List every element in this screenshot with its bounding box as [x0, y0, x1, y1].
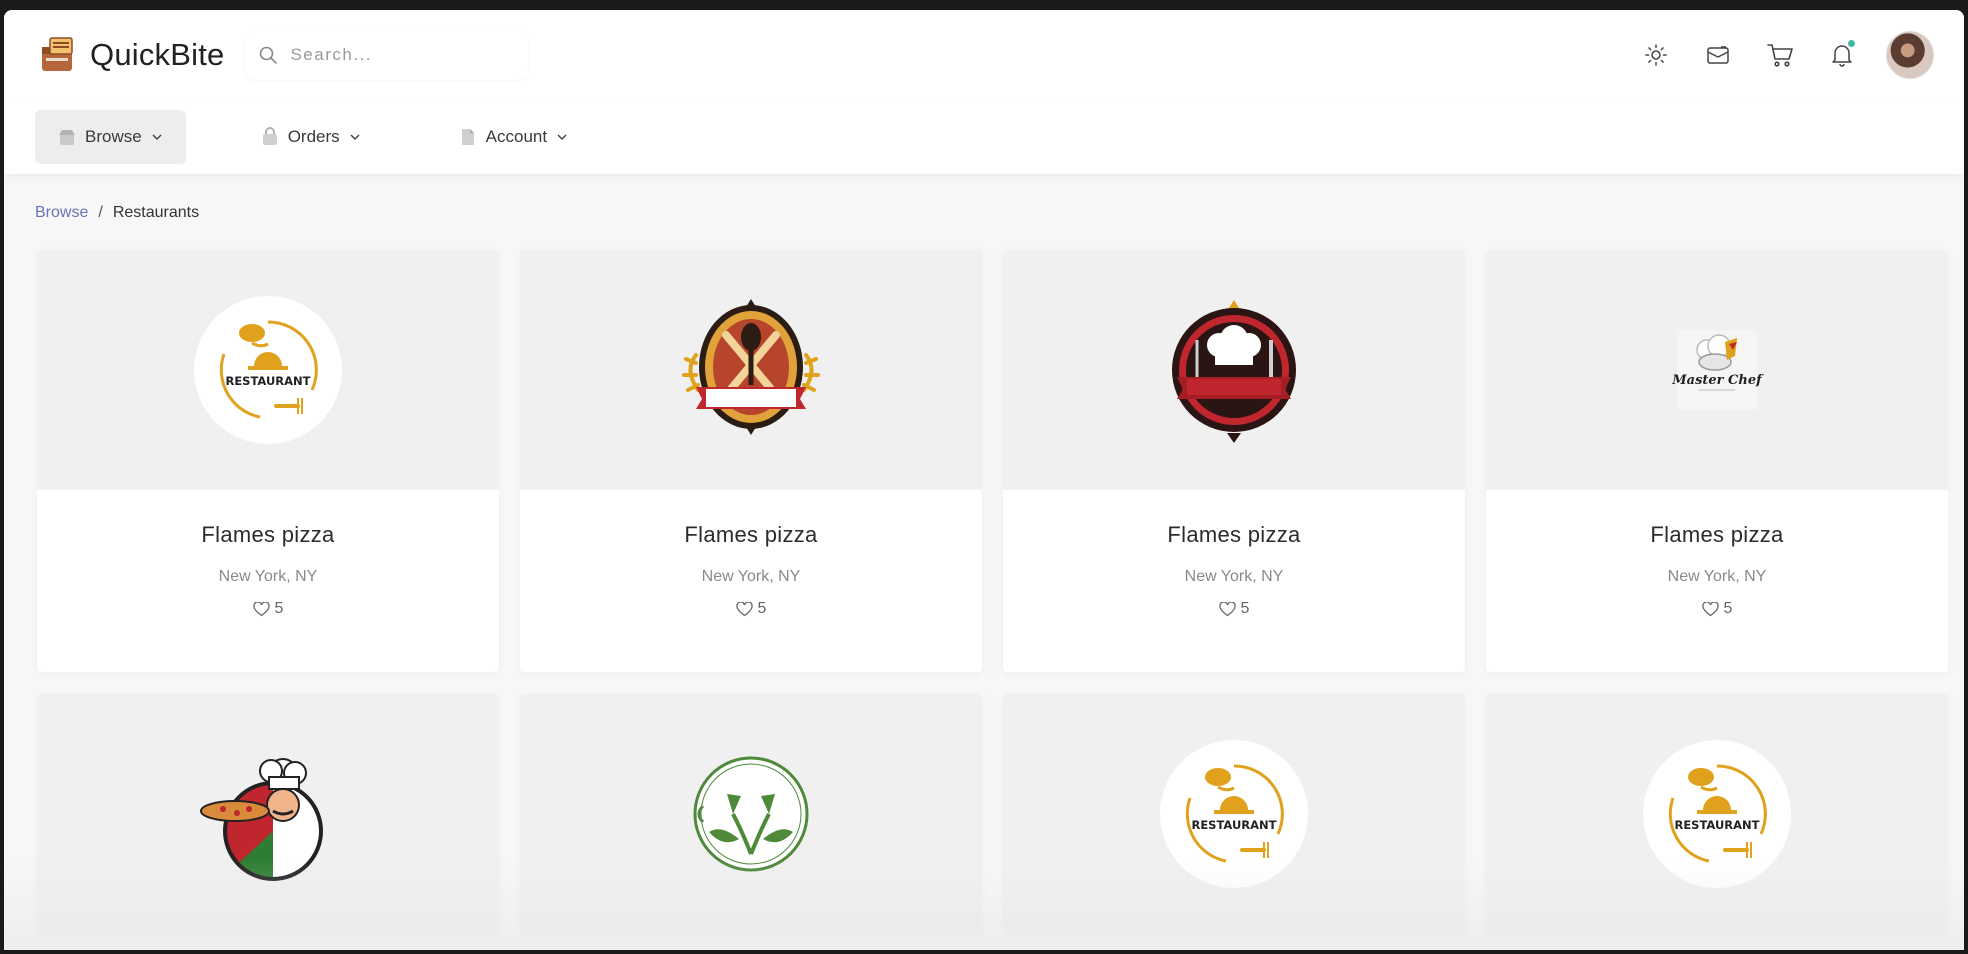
heart-icon	[735, 601, 753, 616]
restaurant-name: Flames pizza	[1167, 522, 1301, 547]
chevron-down-icon	[350, 134, 360, 141]
top-header: QuickBite	[4, 10, 1964, 100]
nav-account-label: Account	[485, 127, 548, 146]
sun-icon	[1645, 44, 1667, 66]
restaurant-cloche-logo: RESTAURANT	[194, 296, 342, 444]
svg-text:RESTAURANT: RESTAURANT	[1191, 818, 1276, 832]
restaurant-grid: RESTAURANT Flames pizza New York, NY 5 F…	[37, 250, 1948, 934]
restaurant-image: RESTAURANT	[1003, 694, 1465, 934]
restaurant-name: Flames pizza	[684, 522, 818, 547]
restaurant-image	[520, 694, 982, 934]
heart-icon	[1701, 601, 1719, 616]
food-box-icon	[42, 37, 73, 71]
restaurant-location: New York, NY	[701, 568, 801, 585]
restaurant-name: Flames pizza	[1650, 522, 1784, 547]
restaurant-card[interactable]: RESTAURANT	[1003, 694, 1465, 934]
nav-orders[interactable]: Orders	[238, 110, 384, 164]
search-box[interactable]	[246, 30, 529, 80]
restaurant-image: Master Chef	[1486, 250, 1948, 490]
like-count[interactable]: 5	[252, 600, 284, 618]
document-icon	[461, 129, 474, 145]
restaurant-card[interactable]	[520, 694, 982, 934]
theme-toggle-button[interactable]	[1638, 37, 1674, 73]
chef-hat-badge-logo	[1172, 300, 1296, 443]
chevron-down-icon	[557, 134, 567, 141]
svg-text:Master Chef: Master Chef	[1671, 373, 1764, 388]
like-count-value: 5	[1240, 600, 1250, 617]
restaurant-card[interactable]: Flames pizza New York, NY 5	[520, 250, 982, 672]
like-count-value: 5	[757, 600, 767, 617]
nav-browse[interactable]: Browse	[35, 110, 186, 164]
restaurant-cloche-logo: RESTAURANT	[1160, 740, 1308, 888]
restaurant-info: Flames pizza New York, NY 5	[37, 490, 499, 672]
mail-icon	[1707, 46, 1729, 64]
breadcrumb-separator: /	[98, 204, 103, 221]
breadcrumb: Browse / Restaurants	[35, 204, 1964, 222]
restaurant-name: Flames pizza	[201, 522, 335, 547]
notifications-button[interactable]	[1824, 37, 1860, 73]
restaurant-cloche-logo: RESTAURANT	[1643, 740, 1791, 888]
heart-icon	[1218, 601, 1236, 616]
cart-icon	[1767, 44, 1793, 67]
restaurant-location: New York, NY	[1667, 568, 1767, 585]
heart-icon	[252, 601, 270, 616]
restaurant-info: Flames pizza New York, NY 5	[1003, 490, 1465, 672]
restaurant-card[interactable]: Master Chef Flames pizza New York, NY 5	[1486, 250, 1948, 672]
breadcrumb-current: Restaurants	[112, 204, 200, 221]
restaurant-info: Flames pizza New York, NY 5	[1486, 490, 1948, 672]
like-count[interactable]: 5	[735, 600, 767, 618]
restaurant-image: RESTAURANT	[37, 250, 499, 490]
like-count[interactable]: 5	[1701, 600, 1733, 618]
restaurant-image	[520, 250, 982, 490]
chevron-down-icon	[152, 134, 162, 141]
green-leaf-utensils-logo	[693, 756, 809, 872]
header-actions	[1638, 31, 1934, 79]
breadcrumb-browse-link[interactable]: Browse	[35, 204, 88, 222]
restaurant-card[interactable]: RESTAURANT Flames pizza New York, NY 5	[37, 250, 499, 672]
app-window: QuickBite Search... Browse Orders Accoun…	[4, 10, 1964, 950]
brand-logo[interactable]: QuickBite	[36, 33, 224, 77]
restaurant-image: RESTAURANT	[1486, 694, 1948, 934]
bag-icon	[262, 127, 277, 145]
like-count-value: 5	[274, 600, 284, 617]
restaurant-card[interactable]: Flames pizza New York, NY 5	[1003, 250, 1465, 672]
restaurant-location: New York, NY	[1184, 568, 1284, 585]
svg-text:RESTAURANT: RESTAURANT	[225, 374, 310, 388]
nav-account[interactable]: Account	[436, 110, 591, 164]
svg-text:RESTAURANT: RESTAURANT	[1674, 818, 1759, 832]
cart-button[interactable]	[1762, 37, 1798, 73]
nav-browse-label: Browse	[85, 127, 142, 146]
brand-name: QuickBite	[90, 37, 225, 72]
like-count-value: 5	[1723, 600, 1733, 617]
restaurant-image	[1003, 250, 1465, 490]
notification-dot	[1848, 40, 1855, 47]
restaurant-info: Flames pizza New York, NY 5	[520, 490, 982, 672]
messages-button[interactable]	[1700, 37, 1736, 73]
utensils-badge-logo	[682, 299, 820, 435]
restaurant-card[interactable]	[37, 694, 499, 934]
nav-orders-label: Orders	[287, 127, 340, 146]
restaurant-card[interactable]: RESTAURANT	[1486, 694, 1948, 934]
search-icon	[260, 46, 278, 64]
master-chef-logo: Master Chef	[1671, 330, 1764, 410]
like-count[interactable]: 5	[1218, 600, 1250, 618]
store-icon	[59, 130, 75, 145]
restaurant-location: New York, NY	[218, 568, 318, 585]
user-avatar[interactable]	[1886, 31, 1934, 79]
pizza-chef-logo	[200, 758, 323, 881]
restaurant-image	[37, 694, 499, 934]
search-input[interactable]	[290, 45, 511, 65]
main-nav: Browse Orders Account	[4, 100, 1964, 174]
